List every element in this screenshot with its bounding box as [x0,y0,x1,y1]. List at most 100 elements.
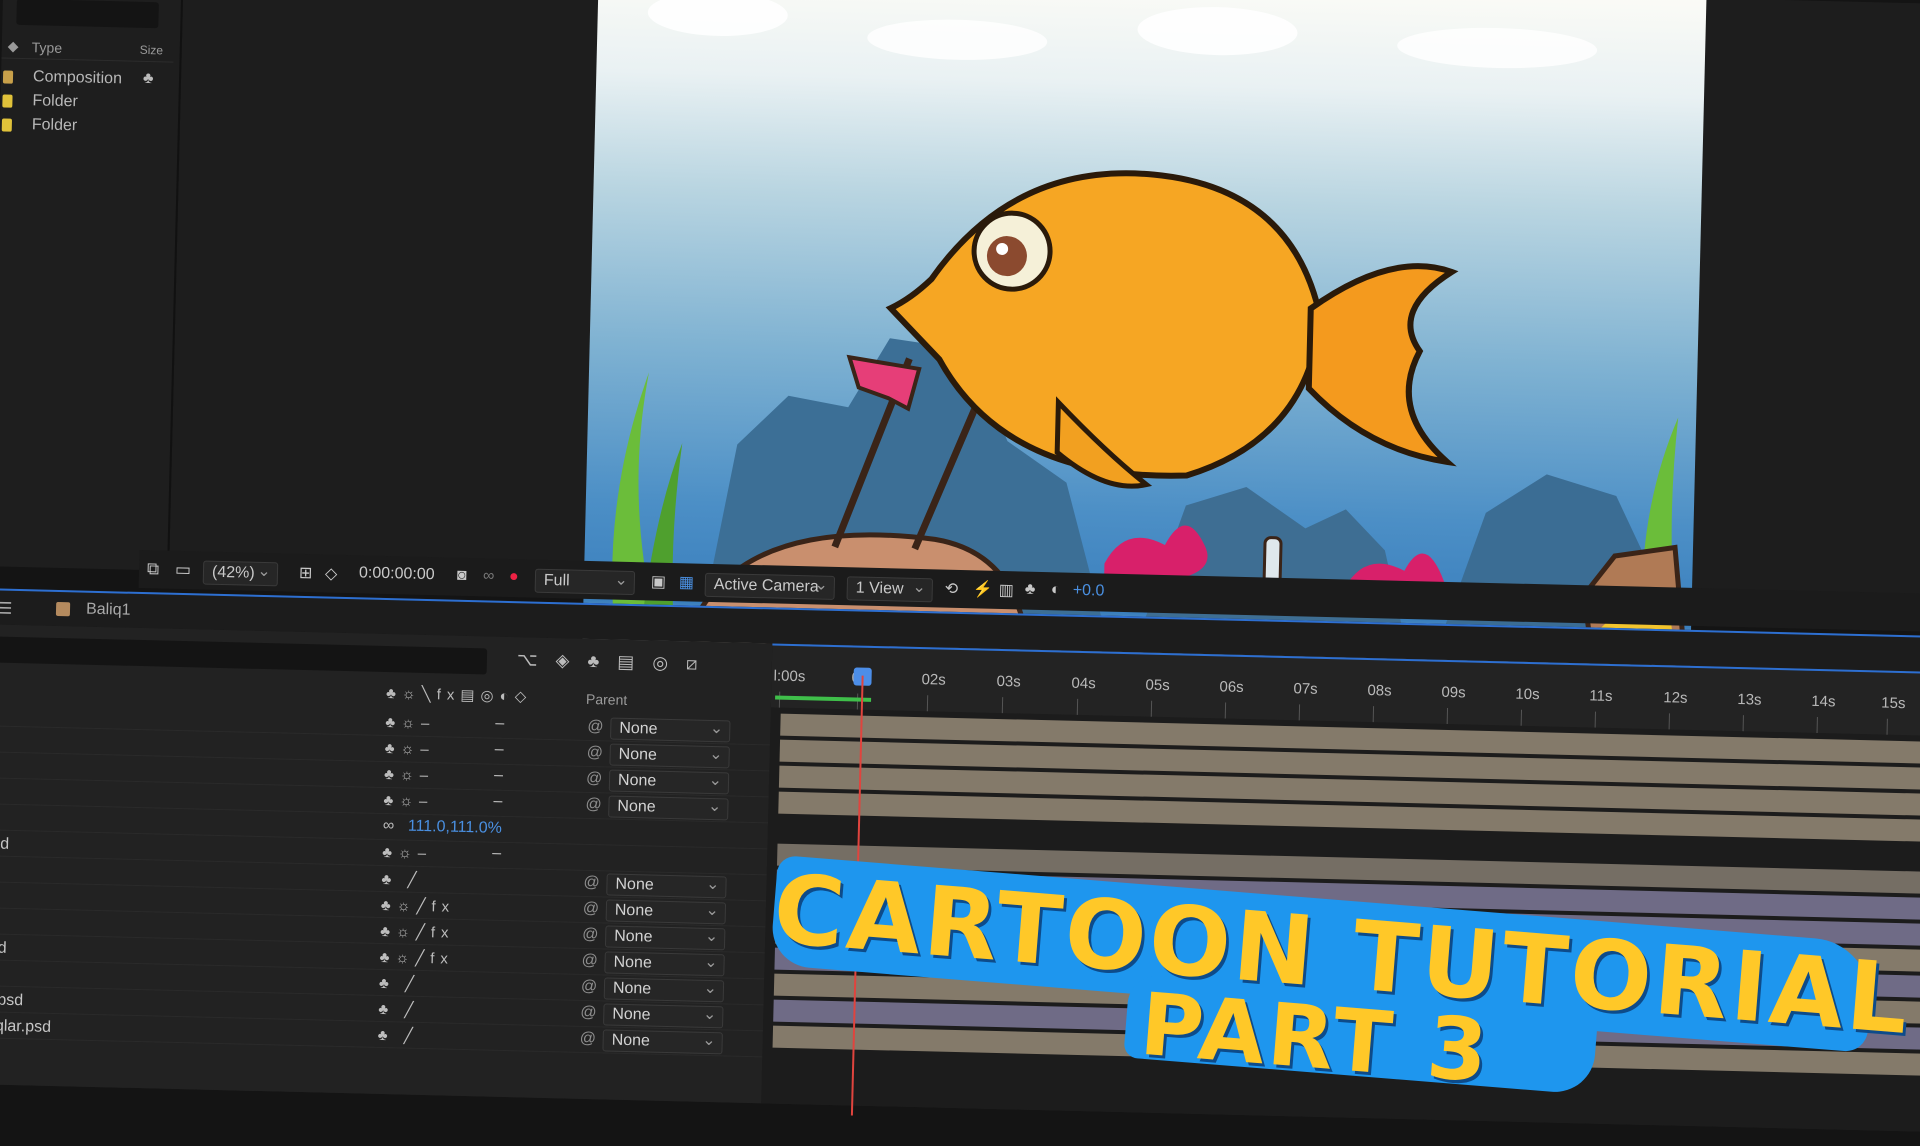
time-tick: 03s [996,672,1021,691]
pickwhip-icon[interactable]: @ [587,718,604,736]
frame-blend-icon[interactable]: ▤ [617,652,652,673]
layer-name[interactable]: sd [0,939,7,957]
time-tick: 07s [1293,680,1318,698]
column-size[interactable]: Size [140,43,164,58]
layer-name[interactable]: sd [0,835,9,853]
shy-layers-icon[interactable]: ♣ [587,651,617,672]
graph-editor-icon[interactable]: ⧄ [686,653,716,674]
menu-icon[interactable]: ☰ [0,599,13,619]
pickwhip-icon[interactable]: @ [581,978,598,996]
shy-icon[interactable]: ♣ [386,685,402,702]
link-icon[interactable]: ∞ [483,567,495,585]
zoom-dropdown[interactable]: (42%) [202,560,278,587]
draft-3d-icon[interactable]: ◈ [555,650,587,671]
parent-dropdown[interactable]: None [608,769,730,795]
timecode-display[interactable]: 0:00:00:00 [359,564,435,584]
parent-dropdown[interactable]: None [603,1003,724,1029]
motion-blur-icon[interactable]: ◎ [652,653,686,674]
parent-dropdown[interactable]: None [604,951,725,977]
type-header-icon: ◆ [7,37,19,54]
label-color-chip [2,94,13,108]
parent-dropdown[interactable]: None [605,899,727,925]
project-item-label: Folder [31,116,78,135]
exposure-value[interactable]: +0.0 [1073,582,1105,601]
layer-switches[interactable]: ♣ ╱ [381,870,422,889]
timeline-icon[interactable]: ▥ [999,580,1015,600]
parent-dropdown[interactable]: None [604,925,726,951]
roi-icon[interactable]: ▣ [651,571,667,591]
time-tick: 11s [1589,687,1613,705]
pickwhip-icon[interactable]: @ [581,952,598,970]
parent-dropdown[interactable]: None [610,717,731,743]
layer-name[interactable]: liqlar.psd [0,1017,51,1037]
parent-dropdown[interactable]: None [609,743,730,769]
parent-column-header[interactable]: Parent [586,691,628,708]
mode-dash: – [494,740,504,758]
hierarchy-icon[interactable]: ♣ [143,70,154,88]
pickwhip-icon[interactable]: @ [583,900,600,918]
layer-switches[interactable]: ♣☼╱fx [381,896,456,916]
layer-switches[interactable]: ♣☼– [384,766,434,784]
mode-dash: – [493,766,504,784]
project-item-label: Composition [32,68,123,88]
parent-dropdown[interactable]: None [606,873,727,899]
project-search-input[interactable] [16,0,159,29]
pickwhip-icon[interactable]: @ [583,874,600,892]
fit-icon[interactable]: ⊞ [299,563,313,583]
parent-dropdown[interactable]: None [608,795,729,821]
layer-switches[interactable]: ♣☼– [385,740,435,758]
pickwhip-icon[interactable]: @ [580,1004,597,1022]
parent-dropdown[interactable]: None [602,1029,723,1055]
pickwhip-icon[interactable]: @ [579,1030,597,1048]
time-tick: 04s [1071,674,1096,693]
project-item[interactable]: Folder [0,112,172,142]
layer-switches[interactable]: ♣ ╱ [378,1000,419,1019]
region-icon[interactable]: ◇ [325,563,338,583]
flowchart-icon[interactable]: ♣ [1025,581,1036,599]
reset-view-icon[interactable]: ⟲ [945,579,959,599]
adjustment-icon[interactable]: ◐ [499,688,514,705]
pickwhip-icon[interactable]: @ [586,744,603,762]
transparency-grid-icon[interactable]: ▦ [679,572,695,592]
layer-switches[interactable]: ♣ ╱ [379,974,420,993]
camera-icon[interactable]: ◙ [457,567,467,585]
pickwhip-icon[interactable]: @ [582,926,599,944]
collapse-icon[interactable]: ☼ [402,685,422,702]
scale-value[interactable]: 111.0,111.0% [408,818,502,838]
pickwhip-icon[interactable]: @ [585,796,602,814]
constrain-link-icon[interactable]: ∞ [383,817,395,835]
column-type[interactable]: Type [32,39,63,56]
parent-dropdown[interactable]: None [603,977,725,1003]
frame-blend-switch-icon[interactable]: ▤ [460,687,481,704]
mode-dash: – [495,714,505,732]
snapshot-icon[interactable]: ⧉ [147,559,160,579]
view-layout-dropdown[interactable]: 1 View [846,576,934,603]
switches-header: ♣☼╲fx▤◎◐◇ [386,684,533,706]
fast-preview-icon[interactable]: ⚡ [973,579,993,599]
layer-switches[interactable]: ♣☼– [383,792,433,810]
layer-switches[interactable]: ♣☼╱fx [380,922,455,942]
3d-layer-icon[interactable]: ◇ [514,688,532,705]
resolution-dropdown[interactable]: Full [534,568,636,596]
composition-tab[interactable]: Baliq1 [86,601,131,620]
timeline-search-input[interactable] [0,636,488,675]
exposure-icon[interactable]: ◐ [1051,581,1061,599]
comp-flowchart-icon[interactable]: ⌥ [517,649,556,670]
time-tick: 10s [1515,685,1540,704]
display-icon[interactable]: ▭ [175,560,192,580]
layer-switches[interactable]: ♣☼– [382,844,432,862]
fx-icon[interactable]: fx [436,686,460,704]
layer-name[interactable]: r.psd [0,991,23,1010]
motion-blur-switch-icon[interactable]: ◎ [480,687,500,704]
time-tick: 15s [1881,694,1906,713]
project-columns-header: ◆ Type Size [1,34,175,63]
layer-list: ⌥◈♣▤◎⧄ ♣☼╲fx▤◎◐◇ Parent ♣☼––@None ♣☼––@N… [0,624,773,1104]
channels-icon[interactable]: ● [509,568,519,586]
layer-switches[interactable]: ♣☼– [385,714,435,732]
pickwhip-icon[interactable]: @ [586,770,603,788]
layer-switches[interactable]: ♣ ╱ [378,1026,419,1045]
layer-switches[interactable]: ♣☼╱fx [379,948,454,968]
quality-icon[interactable]: ╲ [421,686,436,703]
time-tick: 06s [1219,678,1244,696]
camera-dropdown[interactable]: Active Camera [704,572,836,600]
